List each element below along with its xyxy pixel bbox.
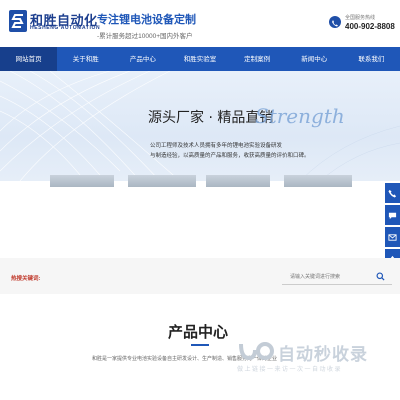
- thumbnail[interactable]: [128, 175, 196, 187]
- nav-item-contact[interactable]: 联系我们: [343, 47, 400, 71]
- watermark: 自动秒收录 做上链接一来访一次一自动收录: [232, 340, 392, 380]
- section-title-underline: [191, 344, 209, 346]
- watermark-subtext: 做上链接一来访一次一自动收录: [237, 367, 343, 373]
- side-phone-button[interactable]: [385, 183, 400, 203]
- side-chat-button[interactable]: [385, 205, 400, 225]
- search-band: 热搜关键词:: [0, 258, 400, 294]
- thumbnail[interactable]: [50, 175, 114, 187]
- slogan: 专注锂电池设备定制 -累计服务超过10000+国内外客户: [97, 11, 196, 40]
- watermark-text: 自动秒收录: [278, 345, 368, 365]
- search-input[interactable]: [290, 272, 374, 282]
- phone-icon: [388, 189, 397, 198]
- hotline-label: 全国服务热线: [345, 15, 376, 21]
- mail-icon: [388, 233, 397, 241]
- logo[interactable]: 和胜自动化 HESHENG AUTOMATION: [9, 10, 100, 34]
- slogan-main: 专注锂电池设备定制: [97, 13, 196, 26]
- search-icon[interactable]: [376, 272, 385, 281]
- nav-item-about[interactable]: 关于和胜: [57, 47, 114, 71]
- banner-desc-line2: 与制造经验，以高质量的产品和服务，收获高质量的评价和口碑。: [150, 153, 310, 159]
- nav-item-cases[interactable]: 定制案例: [229, 47, 286, 71]
- search-box: [282, 269, 392, 285]
- nav-item-products[interactable]: 产品中心: [114, 47, 171, 71]
- logo-icon: [9, 10, 27, 32]
- hero-banner[interactable]: 源头厂家 · 精品直销 Strength 公司工程师及技术人员拥有多年的锂电池实…: [0, 71, 400, 181]
- side-mail-button[interactable]: [385, 227, 400, 247]
- thumbnail-strip: [0, 175, 400, 187]
- banner-desc-line1: 公司工程师及技术人员拥有多年的锂电池实验设备研发: [150, 143, 283, 149]
- hotline-number[interactable]: 400-902-8808: [345, 22, 395, 31]
- chat-icon: [388, 212, 397, 219]
- thumbnail[interactable]: [206, 175, 270, 187]
- watermark-logo-icon: [239, 342, 274, 361]
- products-section-title: 产品中心: [168, 323, 229, 341]
- slogan-sub: -累计服务超过10000+国内外客户: [97, 33, 193, 40]
- header: 和胜自动化 HESHENG AUTOMATION 专注锂电池设备定制 -累计服务…: [0, 0, 400, 47]
- logo-text-en: HESHENG AUTOMATION: [30, 25, 101, 31]
- nav-item-lab[interactable]: 和胜实验室: [171, 47, 228, 71]
- hot-keywords-label: 热搜关键词:: [11, 276, 41, 282]
- nav-item-home[interactable]: 网站首页: [0, 47, 58, 71]
- main-nav: 网站首页 关于和胜 产品中心 和胜实验室 定制案例 新闻中心 联系我们: [0, 47, 400, 71]
- thumbnail[interactable]: [284, 175, 352, 187]
- page: 和胜自动化 HESHENG AUTOMATION 专注锂电池设备定制 -累计服务…: [0, 0, 400, 400]
- phone-icon: [329, 16, 341, 28]
- banner-script-text: Strength: [255, 104, 345, 128]
- nav-item-news[interactable]: 新闻中心: [286, 47, 343, 71]
